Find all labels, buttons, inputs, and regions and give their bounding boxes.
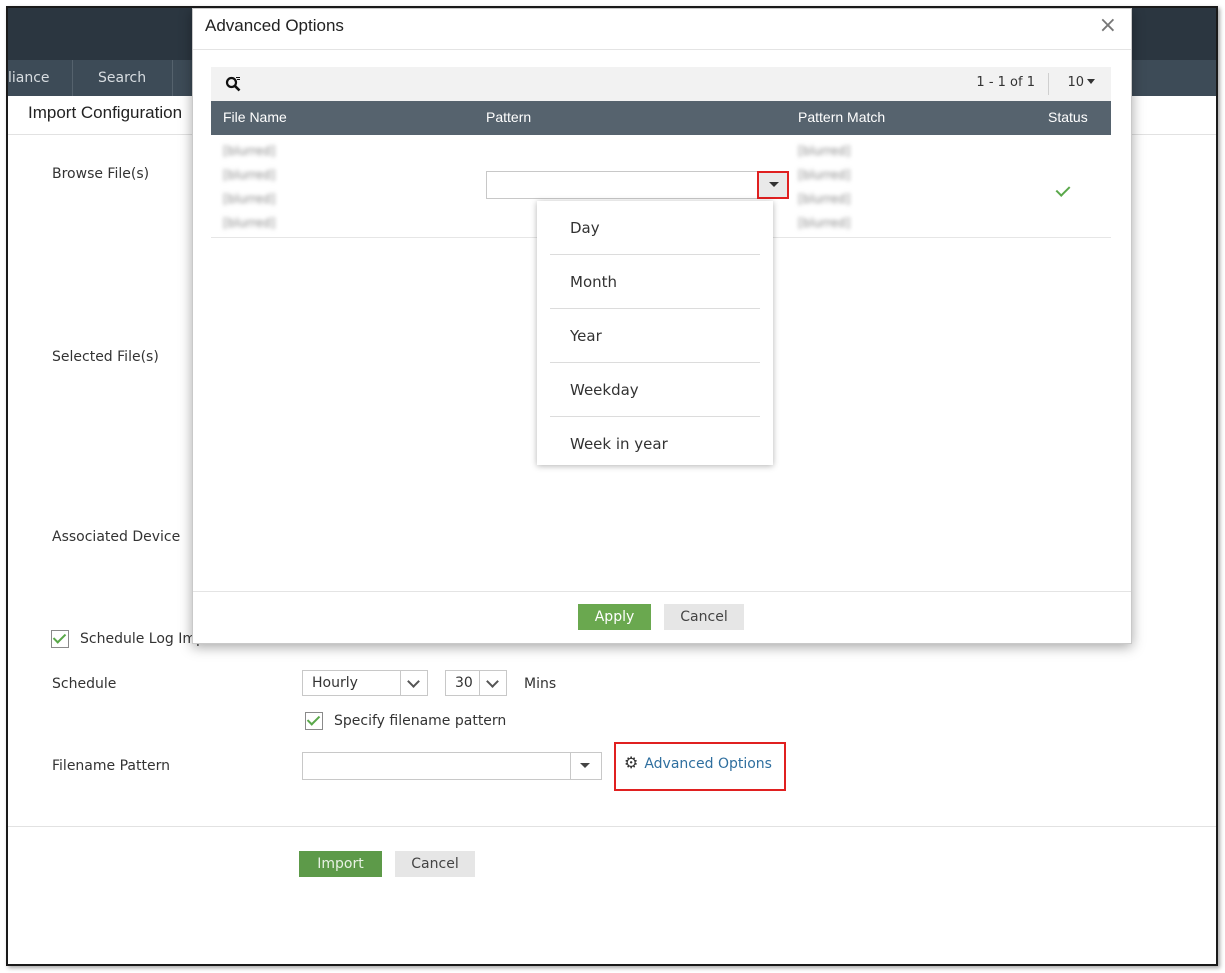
grid-header: File Name Pattern Pattern Match Status	[211, 101, 1111, 135]
form-footer-divider	[8, 826, 1216, 827]
schedule-label: Schedule	[52, 676, 117, 692]
advanced-options-dialog: Advanced Options × 1 - 1 of 1 10 File Na…	[192, 8, 1132, 644]
column-pattern-match[interactable]: Pattern Match	[798, 109, 885, 125]
file-name-line: [blurred]	[223, 192, 276, 206]
selected-files-label: Selected File(s)	[52, 349, 159, 365]
import-button[interactable]: Import	[299, 851, 382, 877]
pattern-input[interactable]	[486, 171, 772, 199]
pattern-dropdown-button[interactable]	[757, 171, 789, 199]
app-window: liance Search Import Configuration Brows…	[6, 6, 1218, 966]
caret-down-icon	[1087, 79, 1095, 84]
minutes-select[interactable]: 30	[445, 670, 507, 696]
page-title: Import Configuration	[28, 103, 183, 122]
dropdown-option-week-in-year[interactable]: Week in year	[550, 417, 760, 465]
grid-toolbar: 1 - 1 of 1 10	[211, 67, 1111, 101]
pattern-match-line: [blurred]	[798, 192, 851, 206]
nav-divider	[172, 60, 173, 96]
pattern-match-line: [blurred]	[798, 216, 851, 230]
specify-pattern-label: Specify filename pattern	[334, 713, 507, 729]
dropdown-option-weekday[interactable]: Weekday	[550, 363, 760, 417]
chevron-down-icon	[407, 675, 420, 688]
file-name-line: [blurred]	[223, 216, 276, 230]
schedule-caret	[400, 671, 427, 695]
schedule-value: Hourly	[312, 675, 358, 691]
dialog-header: Advanced Options ×	[193, 9, 1131, 50]
filename-pattern-select[interactable]	[302, 752, 602, 780]
column-status[interactable]: Status	[1048, 109, 1088, 125]
option-label: Day	[570, 219, 600, 237]
nav-item-search[interactable]: Search	[84, 60, 160, 96]
advanced-options-text: Advanced Options	[644, 756, 772, 772]
option-label: Week in year	[570, 435, 668, 453]
nav-divider	[72, 60, 73, 96]
option-label: Year	[570, 327, 602, 345]
option-label: Weekday	[570, 381, 639, 399]
pattern-match-cell: [blurred] [blurred] [blurred] [blurred]	[798, 139, 1018, 235]
dialog-cancel-button[interactable]: Cancel	[664, 604, 744, 630]
column-pattern[interactable]: Pattern	[486, 109, 531, 125]
caret-down-icon	[580, 763, 590, 768]
associated-device-label: Associated Device	[52, 529, 181, 545]
specify-pattern-checkbox[interactable]	[305, 712, 323, 730]
browse-files-label: Browse File(s)	[52, 166, 150, 182]
schedule-select[interactable]: Hourly	[302, 670, 428, 696]
minutes-caret	[479, 671, 506, 695]
filename-pattern-label: Filename Pattern	[52, 758, 170, 774]
file-name-line: [blurred]	[223, 144, 276, 158]
column-file-name[interactable]: File Name	[223, 109, 287, 125]
cancel-button[interactable]: Cancel	[395, 851, 475, 877]
chevron-down-icon	[486, 675, 499, 688]
gear-icon: ⚙	[624, 753, 639, 772]
pagination-info: 1 - 1 of 1	[976, 75, 1035, 90]
page-size-select[interactable]: 10	[1067, 75, 1095, 90]
dialog-footer: Apply Cancel	[193, 591, 1131, 644]
filename-pattern-caret	[570, 753, 601, 779]
status-check-icon	[1055, 182, 1071, 197]
pattern-match-line: [blurred]	[798, 144, 851, 158]
minutes-value: 30	[455, 675, 473, 691]
minutes-unit: Mins	[524, 676, 557, 692]
nav-item-compliance[interactable]: liance	[8, 60, 64, 96]
caret-down-icon	[769, 182, 779, 187]
dropdown-option-year[interactable]: Year	[550, 309, 760, 363]
schedule-log-import-checkbox[interactable]	[51, 630, 69, 648]
pattern-dropdown-menu: Day Month Year Weekday Week in year	[537, 201, 773, 465]
dropdown-option-month[interactable]: Month	[550, 255, 760, 309]
search-icon[interactable]	[225, 76, 241, 92]
dropdown-option-day[interactable]: Day	[550, 201, 760, 255]
close-icon[interactable]: ×	[1099, 15, 1117, 37]
pattern-match-line: [blurred]	[798, 168, 851, 182]
option-label: Month	[570, 273, 618, 291]
page-size-value: 10	[1067, 75, 1084, 90]
dialog-title: Advanced Options	[205, 16, 344, 35]
apply-button[interactable]: Apply	[578, 604, 651, 630]
toolbar-divider	[1048, 73, 1049, 95]
advanced-options-link[interactable]: ⚙ Advanced Options	[624, 753, 772, 772]
file-name-line: [blurred]	[223, 168, 276, 182]
file-name-cell: [blurred] [blurred] [blurred] [blurred]	[223, 139, 463, 235]
